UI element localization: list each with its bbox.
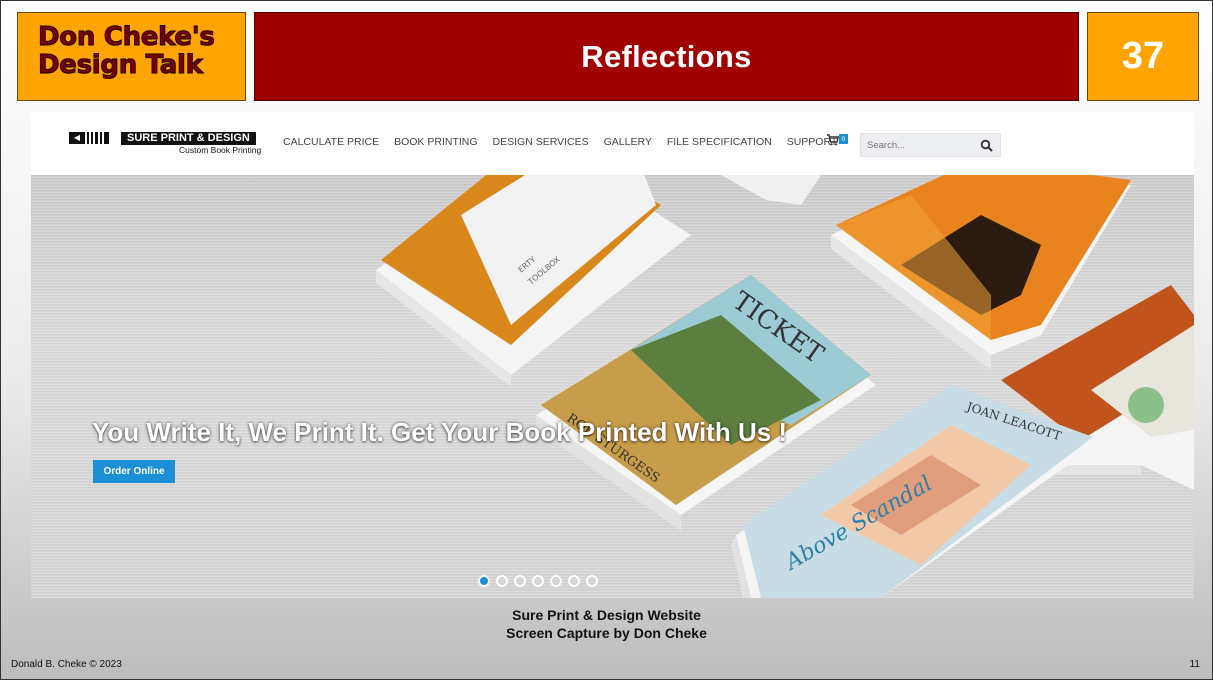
site-logo[interactable]: ◀ SURE PRINT & DESIGN Custom Book Printi… xyxy=(69,132,261,158)
hero-headline: You Write It, We Print It. Get Your Book… xyxy=(92,417,788,447)
hero-slider[interactable]: TOOLBOX ERTY TICKET ROB STURGESS JOAN LE… xyxy=(31,175,1194,598)
screenshot-caption: Sure Print & Design Website Screen Captu… xyxy=(1,606,1212,642)
slider-dot-6[interactable] xyxy=(568,575,580,587)
brand-line-2: Design Talk xyxy=(38,50,204,80)
brand-line-1: Don Cheke's xyxy=(38,22,216,52)
search-input[interactable] xyxy=(861,134,976,156)
slider-dot-3[interactable] xyxy=(514,575,526,587)
search-box xyxy=(860,133,1001,157)
menu-item-gallery[interactable]: GALLERY xyxy=(604,136,652,148)
menu-item-calculate-price[interactable]: CALCULATE PRICE xyxy=(283,136,379,148)
menu-item-design-services[interactable]: DESIGN SERVICES xyxy=(493,136,589,148)
slider-dot-2[interactable] xyxy=(496,575,508,587)
slider-dot-4[interactable] xyxy=(532,575,544,587)
arrow-left-icon: ◀ xyxy=(69,132,85,144)
caption-line-2: Screen Capture by Don Cheke xyxy=(506,625,707,641)
site-navbar: ◀ SURE PRINT & DESIGN Custom Book Printi… xyxy=(31,112,1194,175)
website-screenshot: ◀ SURE PRINT & DESIGN Custom Book Printi… xyxy=(31,112,1194,598)
slider-dots xyxy=(478,575,598,587)
logo-name: SURE PRINT & DESIGN xyxy=(121,132,256,145)
menu-item-file-specification[interactable]: FILE SPECIFICATION xyxy=(667,136,772,148)
search-icon[interactable] xyxy=(980,139,994,153)
cart-icon xyxy=(827,134,839,146)
slider-dot-7[interactable] xyxy=(586,575,598,587)
logo-tagline: Custom Book Printing xyxy=(179,145,262,155)
hero-books-image: TOOLBOX ERTY TICKET ROB STURGESS JOAN LE… xyxy=(376,175,1194,598)
brand-logo-box: Don Cheke's Design Talk xyxy=(17,12,246,101)
order-online-button[interactable]: Order Online xyxy=(93,460,175,483)
slider-dot-1[interactable] xyxy=(478,575,490,587)
menu-item-book-printing[interactable]: BOOK PRINTING xyxy=(394,136,477,148)
main-menu: CALCULATE PRICE BOOK PRINTING DESIGN SER… xyxy=(283,136,852,148)
slide-title-bar: Reflections xyxy=(254,12,1079,101)
page-number: 11 xyxy=(1189,659,1200,670)
slider-dot-5[interactable] xyxy=(550,575,562,587)
cart-button[interactable]: 0 xyxy=(827,134,851,150)
copyright-text: Donald B. Cheke © 2023 xyxy=(11,659,122,670)
cart-count-badge: 0 xyxy=(839,134,848,144)
slide-number: 37 xyxy=(1121,35,1165,77)
slide-title: Reflections xyxy=(581,38,752,74)
slide-number-box: 37 xyxy=(1087,12,1199,101)
caption-line-1: Sure Print & Design Website xyxy=(512,607,701,623)
